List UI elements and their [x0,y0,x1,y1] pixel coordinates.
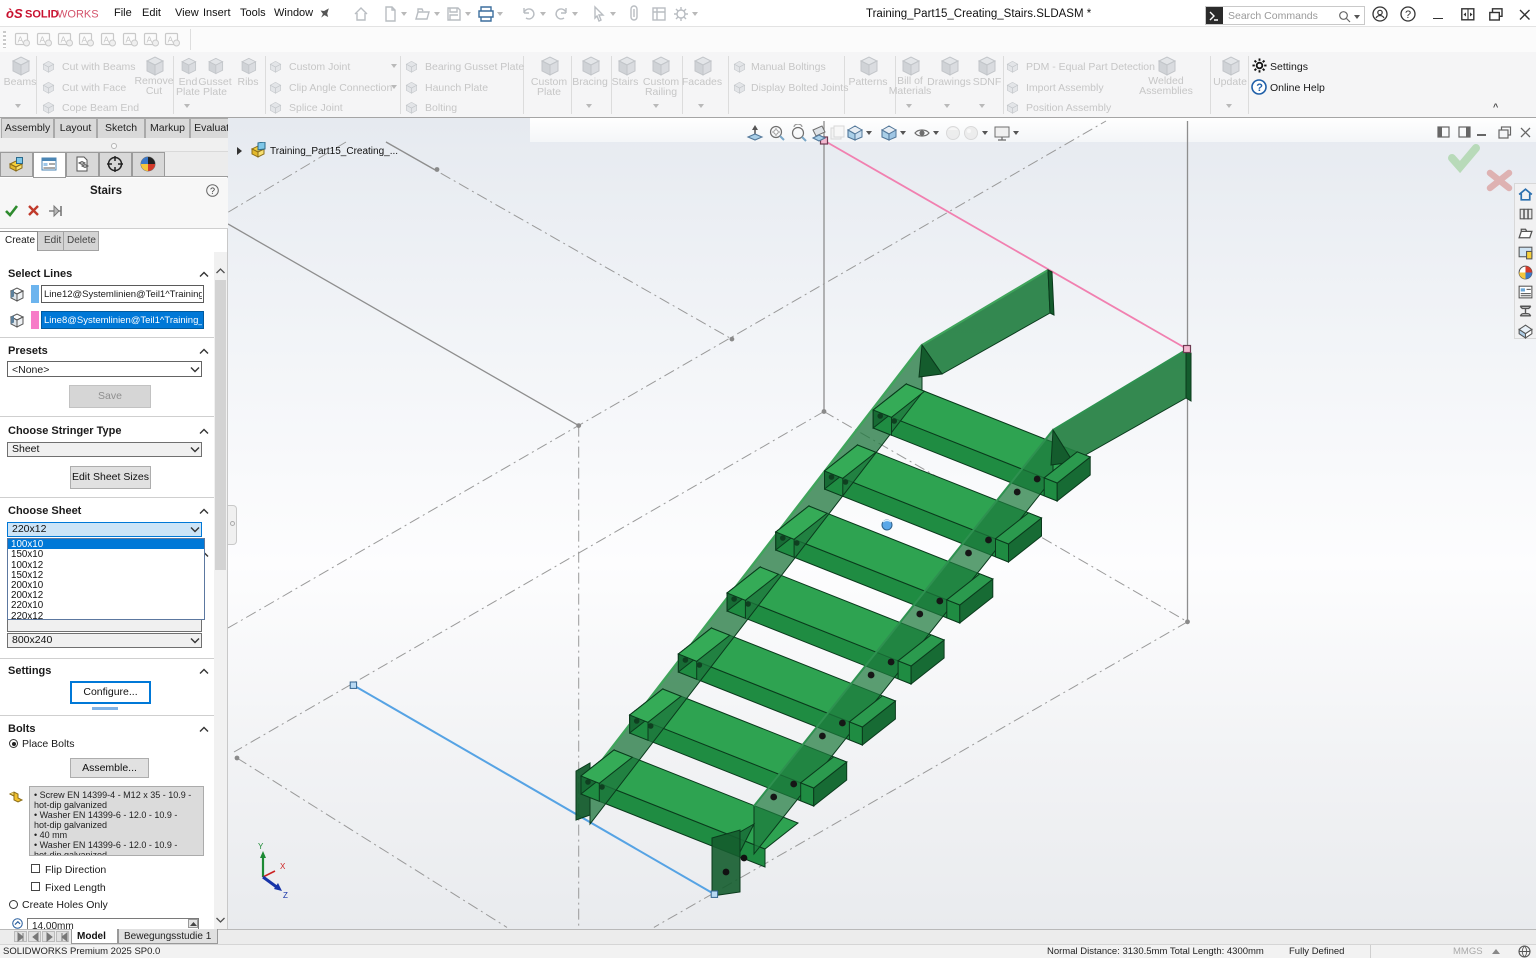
svg-text:?: ? [210,186,215,196]
svg-text:A: A [61,35,67,45]
svg-text:A: A [40,35,46,45]
svg-text:A: A [126,35,132,45]
svg-text:Z: Z [283,891,288,900]
svg-text:X: X [280,862,286,871]
svg-text:SOLID: SOLID [25,9,59,21]
svg-text:A: A [18,35,24,45]
svg-text:?: ? [1405,9,1411,21]
svg-text:?: ? [1256,82,1263,94]
svg-text:WORKS: WORKS [57,9,99,21]
svg-text:òS: òS [6,6,23,21]
svg-text:A: A [147,35,153,45]
svg-text:A: A [168,35,174,45]
svg-text:A: A [82,35,88,45]
svg-text:A: A [104,35,110,45]
svg-text:Y: Y [258,842,264,851]
